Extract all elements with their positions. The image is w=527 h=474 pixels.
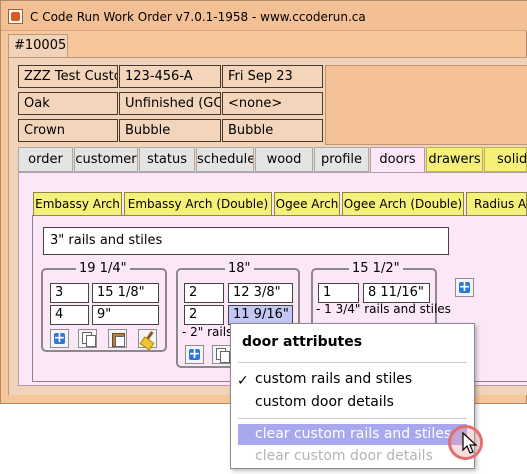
door-quantity-field[interactable]: 3 — [50, 283, 89, 303]
door-group-note: - 1 3/4" rails and stiles — [316, 302, 451, 316]
app-icon — [8, 9, 23, 24]
tab-solid[interactable]: solid — [484, 147, 527, 172]
door-height-field[interactable]: 15 1/8" — [92, 283, 159, 303]
clear-broom-icon[interactable] — [138, 329, 157, 348]
tab-status[interactable]: status — [139, 147, 195, 172]
date-field[interactable]: Fri Sep 23 — [222, 65, 323, 88]
wood-field[interactable]: Oak — [18, 92, 118, 115]
door-group-width: 19 1/4" — [76, 261, 130, 276]
menu-title: door attributes — [242, 334, 363, 350]
other-field[interactable]: <none> — [222, 92, 323, 115]
menu-item-clear-custom-rails-and-stiles[interactable]: clear custom rails and stiles — [238, 424, 467, 445]
info-blank-area — [325, 65, 527, 145]
customer-field[interactable]: ZZZ Test Customer — [18, 65, 118, 88]
tab-drawers[interactable]: drawers — [426, 147, 483, 172]
menu-item-custom-door-details[interactable]: custom door details — [238, 392, 467, 413]
style-tab-embassy-arch[interactable]: Embassy Arch — [33, 192, 122, 216]
profile-field-3[interactable]: Bubble — [222, 119, 323, 142]
style-tab-ogee-arch[interactable]: Ogee Arch — [274, 192, 340, 216]
rails-and-stiles-field[interactable]: 3" rails and stiles — [43, 227, 449, 255]
door-height-field[interactable]: 12 3/8" — [228, 283, 293, 303]
add-door-icon[interactable] — [185, 343, 204, 365]
tab-order[interactable]: order — [18, 147, 73, 172]
title-bar: C Code Run Work Order v7.0.1-1958 - www.… — [1, 1, 527, 31]
phone-field[interactable]: 123-456-A — [119, 65, 221, 88]
door-height-field[interactable]: 9" — [92, 305, 159, 325]
door-group-width: 15 1/2" — [349, 261, 403, 276]
door-height-field-selected[interactable]: 11 9/16" — [228, 305, 293, 325]
mouse-cursor-icon — [462, 432, 478, 454]
paste-icon[interactable] — [108, 329, 127, 348]
menu-separator — [238, 362, 467, 363]
copy-icon[interactable] — [78, 329, 97, 348]
profile-field-1[interactable]: Crown — [18, 119, 118, 142]
door-quantity-field[interactable]: 2 — [184, 305, 224, 325]
door-quantity-field[interactable]: 4 — [50, 305, 89, 325]
style-tab-embassy-arch-double[interactable]: Embassy Arch (Double) — [124, 192, 272, 216]
tab-schedule[interactable]: schedule — [196, 147, 254, 172]
style-tab-radius-arch[interactable]: Radius Arch — [466, 192, 527, 216]
menu-item-custom-rails-and-stiles[interactable]: custom rails and stiles — [238, 369, 467, 390]
profile-field-2[interactable]: Bubble — [119, 119, 221, 142]
door-group-width: 18" — [225, 261, 254, 276]
door-height-field[interactable]: 8 11/16" — [363, 283, 430, 303]
style-tab-ogee-arch-double[interactable]: Ogee Arch (Double) — [342, 192, 464, 216]
door-group-note: - 2" rails — [182, 325, 233, 339]
add-door-icon[interactable] — [50, 327, 69, 349]
copy-icon[interactable] — [212, 345, 231, 364]
window-title: C Code Run Work Order v7.0.1-1958 - www.… — [30, 10, 366, 24]
order-number-tab[interactable]: #10005 — [8, 34, 68, 58]
add-door-group-icon[interactable] — [455, 276, 474, 298]
menu-separator — [238, 418, 467, 419]
menu-item-clear-custom-door-details: clear custom door details — [255, 448, 433, 464]
tab-customer[interactable]: customer — [74, 147, 138, 172]
tab-profile[interactable]: profile — [314, 147, 369, 172]
tab-wood[interactable]: wood — [255, 147, 313, 172]
finish-field[interactable]: Unfinished (GC) — [119, 92, 221, 115]
door-quantity-field[interactable]: 2 — [184, 283, 224, 303]
door-quantity-field[interactable]: 1 — [318, 283, 359, 303]
tab-doors[interactable]: doors — [370, 147, 425, 173]
